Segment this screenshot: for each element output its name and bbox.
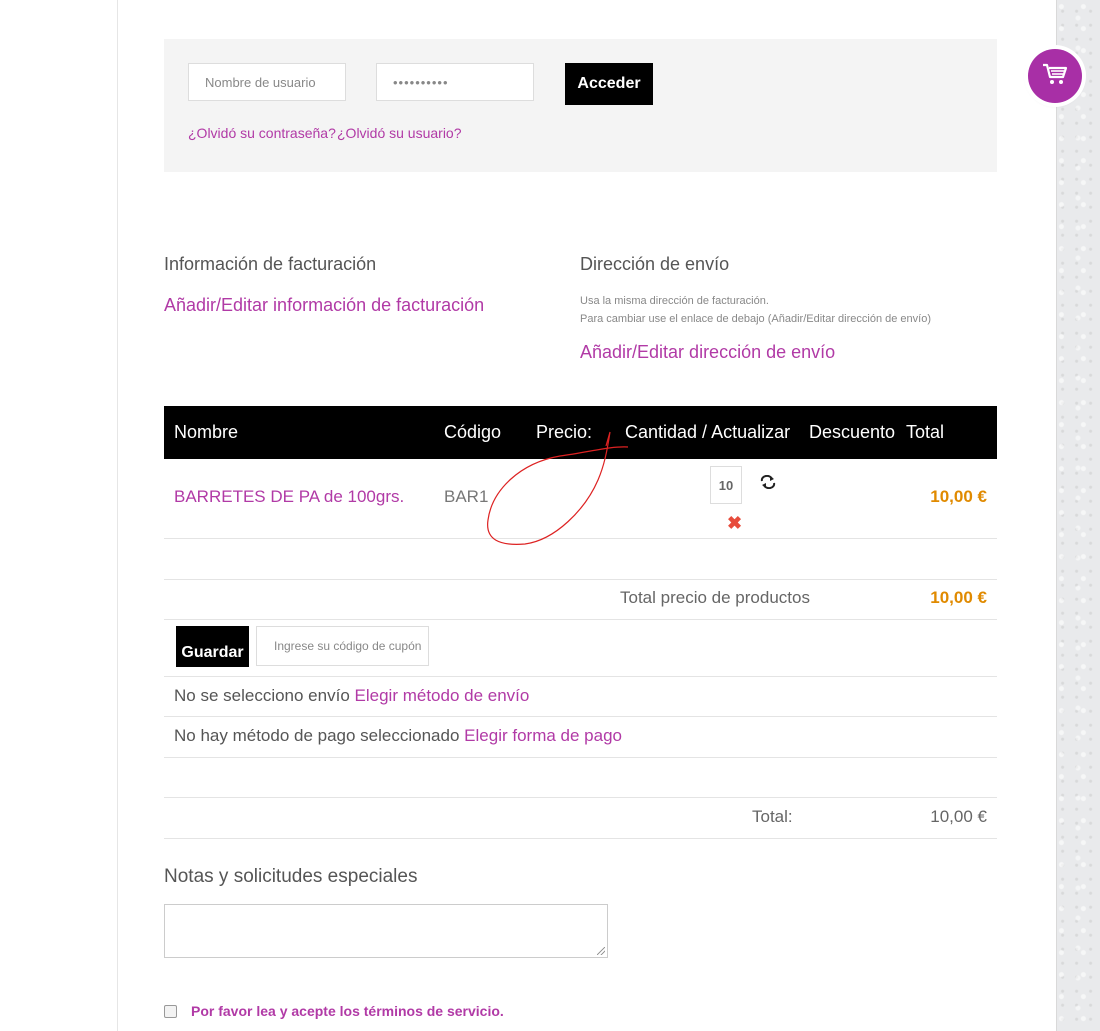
table-row: BARRETES DE PA de 100grs. BAR1 10 ✖ 10,0… xyxy=(164,459,997,539)
shipping-note-line1: Usa la misma dirección de facturación. xyxy=(580,295,769,307)
notes-textarea[interactable] xyxy=(164,904,608,958)
divider xyxy=(164,676,997,677)
choose-payment-link[interactable]: Elegir forma de pago xyxy=(464,726,622,745)
billing-edit-link[interactable]: Añadir/Editar información de facturación xyxy=(164,295,484,316)
refresh-icon[interactable] xyxy=(760,474,776,494)
product-name-link[interactable]: BARRETES DE PA de 100grs. xyxy=(174,487,404,507)
shipping-note: Usa la misma dirección de facturación. P… xyxy=(580,292,931,328)
login-button[interactable]: Acceder xyxy=(565,63,653,105)
forgot-password-link[interactable]: ¿Olvidó su contraseña? xyxy=(188,125,336,141)
cart-table-header: Nombre Código Precio: Cantidad / Actuali… xyxy=(164,406,997,459)
terms-checkbox[interactable] xyxy=(164,1005,177,1018)
divider xyxy=(164,757,997,758)
right-background xyxy=(1056,0,1100,1031)
products-total-label: Total precio de productos xyxy=(620,588,810,607)
login-panel: Nombre de usuario •••••••••• Acceder ¿Ol… xyxy=(164,39,997,172)
header-total: Total xyxy=(906,422,945,442)
billing-title: Información de facturación xyxy=(164,254,377,274)
quantity-input[interactable]: 10 xyxy=(710,466,742,504)
shipping-method-text: No se selecciono envío xyxy=(174,686,350,705)
shipping-title: Dirección de envío xyxy=(580,254,730,274)
divider xyxy=(164,838,997,839)
shipping-edit-link[interactable]: Añadir/Editar dirección de envío xyxy=(580,342,835,363)
divider xyxy=(164,716,997,717)
forgot-username-link[interactable]: ¿Olvidó su usuario? xyxy=(337,125,462,141)
shopping-cart-icon xyxy=(1042,62,1068,91)
grand-total-label: Total: xyxy=(752,807,793,826)
shipping-note-line2: Para cambiar use el enlace de debajo (Añ… xyxy=(580,313,931,325)
header-quantity: Cantidad / Actualizar xyxy=(625,422,791,442)
header-discount: Descuento xyxy=(809,422,896,442)
divider xyxy=(164,579,997,580)
cart-button[interactable] xyxy=(1028,49,1082,103)
username-input[interactable]: Nombre de usuario xyxy=(188,63,346,101)
header-price: Precio: xyxy=(536,422,593,442)
cart-table: Nombre Código Precio: Cantidad / Actuali… xyxy=(164,406,997,539)
left-margin xyxy=(0,0,118,1031)
password-input[interactable]: •••••••••• xyxy=(376,63,534,101)
header-code: Código xyxy=(444,422,502,442)
grand-total-value: 10,00 € xyxy=(930,807,987,826)
divider xyxy=(164,797,997,798)
coupon-save-button[interactable]: Guardar xyxy=(176,626,249,667)
coupon-input[interactable]: Ingrese su código de cupón xyxy=(256,626,429,666)
choose-shipping-link[interactable]: Elegir método de envío xyxy=(355,686,530,705)
payment-method-text: No hay método de pago seleccionado xyxy=(174,726,460,745)
payment-method-line: No hay método de pago seleccionado Elegi… xyxy=(174,726,622,746)
shipping-method-line: No se selecciono envío Elegir método de … xyxy=(174,686,529,706)
notes-title: Notas y solicitudes especiales xyxy=(164,866,418,887)
terms-link[interactable]: Por favor lea y acepte los términos de s… xyxy=(191,1003,504,1019)
products-total-value: 10,00 € xyxy=(930,588,987,607)
divider xyxy=(164,619,997,620)
header-name: Nombre xyxy=(174,422,239,442)
product-total: 10,00 € xyxy=(930,487,987,506)
product-code: BAR1 xyxy=(444,487,489,506)
remove-icon[interactable]: ✖ xyxy=(727,513,742,534)
resize-grip-icon[interactable] xyxy=(597,947,605,955)
